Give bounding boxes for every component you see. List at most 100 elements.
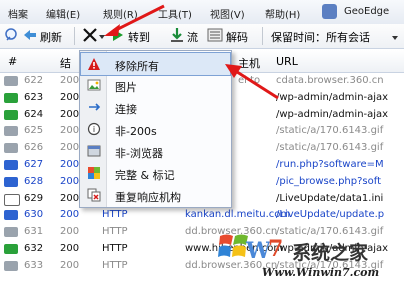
- row-protocol: HTTP: [102, 243, 128, 254]
- watermark-url: Www.Winwin7.com: [262, 266, 380, 279]
- blue-diamond-icon: [4, 176, 18, 187]
- menu-file[interactable]: 档案: [8, 6, 28, 21]
- blue-diamond-icon: [4, 210, 18, 221]
- refresh-icon[interactable]: [22, 27, 38, 46]
- windows-icon[interactable]: [322, 4, 337, 19]
- row-result: 200: [60, 243, 80, 254]
- gray-arrows-icon: [4, 126, 18, 137]
- menu-view[interactable]: 视图(V): [210, 6, 245, 21]
- menu-item-duplicate-response[interactable]: 重复响应机构: [81, 184, 230, 206]
- non-200-icon: i: [87, 122, 101, 136]
- menu-item-label: 移除所有: [115, 60, 159, 73]
- blue-diamond-icon: [4, 160, 18, 170]
- row-url: /wp-admin/admin-ajax: [276, 108, 389, 120]
- row-id: 633: [24, 259, 44, 271]
- row-result: 200: [60, 108, 80, 120]
- menu-item-label: 非-200s: [115, 125, 157, 138]
- remove-context-menu: 移除所有 图片 连接 i 非-200s 非-浏览器 完整 & 标记 重复响应机构: [79, 50, 232, 208]
- toolbar-separator: [74, 27, 75, 45]
- stream-button[interactable]: 流: [187, 29, 198, 45]
- row-url: cdata.browser.360.cn: [276, 75, 384, 86]
- warning-icon: [87, 57, 101, 71]
- row-id: 631: [24, 226, 44, 238]
- row-result: 200: [60, 192, 80, 204]
- row-id: 627: [24, 159, 44, 170]
- toolbar-separator: [262, 27, 263, 45]
- svg-text:i: i: [93, 125, 95, 134]
- row-protocol: HTTP: [102, 226, 128, 238]
- row-url: /pic_browse.php?soft: [276, 175, 382, 187]
- green-arrow-icon: [4, 92, 18, 103]
- menu-item-remove-all[interactable]: 移除所有: [80, 52, 231, 76]
- watermark-w: W: [246, 238, 271, 264]
- image-icon: [87, 78, 101, 92]
- row-result: 200: [60, 142, 80, 154]
- row-result: 200: [60, 209, 80, 221]
- gray-arrows-icon: [4, 143, 18, 154]
- toolbar: 刷新 转到 流 解码 保留时间：所有会话: [0, 24, 404, 49]
- menu-item-non-200s[interactable]: i 非-200s: [81, 118, 230, 140]
- row-id: 625: [24, 125, 44, 137]
- menu-edit[interactable]: 编辑(E): [46, 6, 80, 21]
- watermark-brand: 系统之家: [292, 242, 369, 264]
- stream-icon[interactable]: [170, 27, 184, 46]
- row-url: /wp-admin/admin-ajax: [276, 91, 389, 103]
- refresh-button[interactable]: 刷新: [40, 29, 62, 45]
- row-url: /static/a/170.6143.gif: [276, 142, 384, 154]
- row-url: /run.php?software=M: [276, 159, 384, 170]
- menu-item-non-browser[interactable]: 非-浏览器: [81, 140, 230, 162]
- menu-item-label: 非-浏览器: [115, 147, 163, 160]
- gray-arrows-icon: [4, 76, 18, 86]
- remove-icon[interactable]: [82, 26, 98, 47]
- geoedge-label[interactable]: GeoEdge: [344, 6, 389, 17]
- green-arrow-icon: [4, 109, 18, 120]
- row-protocol: HTTP: [102, 259, 128, 271]
- row-url: /LiveUpdate/update.p: [276, 209, 385, 221]
- menu-help[interactable]: 帮助(H): [265, 6, 300, 21]
- row-id: 623: [24, 91, 44, 103]
- decode-icon[interactable]: [207, 27, 223, 46]
- menu-item-label: 图片: [115, 81, 137, 94]
- column-num[interactable]: #: [8, 55, 17, 68]
- row-result: 200: [60, 91, 80, 103]
- menu-item-label: 完整 & 标记: [115, 169, 175, 182]
- menu-item-label: 连接: [115, 103, 137, 116]
- annotation-arrow-top: [104, 4, 165, 36]
- row-result: 200: [60, 75, 80, 86]
- row-id: 629: [24, 192, 44, 204]
- keep-sessions-dropdown[interactable]: 保留时间：所有会话: [271, 29, 370, 45]
- menu-item-label: 重复响应机构: [115, 191, 181, 204]
- row-result: 200: [60, 125, 80, 137]
- chevron-down-icon[interactable]: [391, 32, 399, 45]
- annotation-arrow-right: [225, 64, 279, 100]
- menu-bar: 档案 编辑(E) 规则(R) 工具(T) 视图(V) 帮助(H) GeoEdge: [0, 0, 404, 25]
- menu-item-connections[interactable]: 连接: [81, 96, 230, 118]
- comment-icon[interactable]: [4, 27, 20, 46]
- row-result: 200: [60, 159, 80, 170]
- menu-item-complete-marked[interactable]: 完整 & 标记: [81, 162, 230, 184]
- gray-arrows-icon: [4, 260, 18, 271]
- row-id: 628: [24, 175, 44, 187]
- row-host: kankan.dl.meitu.com: [185, 209, 291, 221]
- row-result: 200: [60, 175, 80, 187]
- row-id: 632: [24, 243, 44, 254]
- row-id: 622: [24, 75, 44, 86]
- row-result: 200: [60, 259, 80, 271]
- doc-icon: [4, 193, 20, 206]
- row-id: 624: [24, 108, 44, 120]
- green-arrow-icon: [4, 244, 18, 254]
- connection-icon: [87, 100, 101, 114]
- menu-item-images[interactable]: 图片: [81, 74, 230, 96]
- duplicate-icon: [87, 188, 101, 202]
- decode-button[interactable]: 解码: [226, 29, 248, 45]
- row-protocol: HTTP: [102, 209, 128, 221]
- row-id: 630: [24, 209, 44, 221]
- row-url: /LiveUpdate/data1.ini: [276, 192, 384, 204]
- watermark-seven: 7: [268, 236, 284, 262]
- row-id: 626: [24, 142, 44, 154]
- gray-arrows-icon: [4, 227, 18, 238]
- row-url: /static/a/170.6143.gif: [276, 226, 384, 238]
- session-row[interactable]: 630 200 HTTP kankan.dl.meitu.com/LiveUpdate…: [0, 207, 404, 223]
- column-result[interactable]: 结: [60, 55, 71, 71]
- complete-icon: [87, 166, 101, 180]
